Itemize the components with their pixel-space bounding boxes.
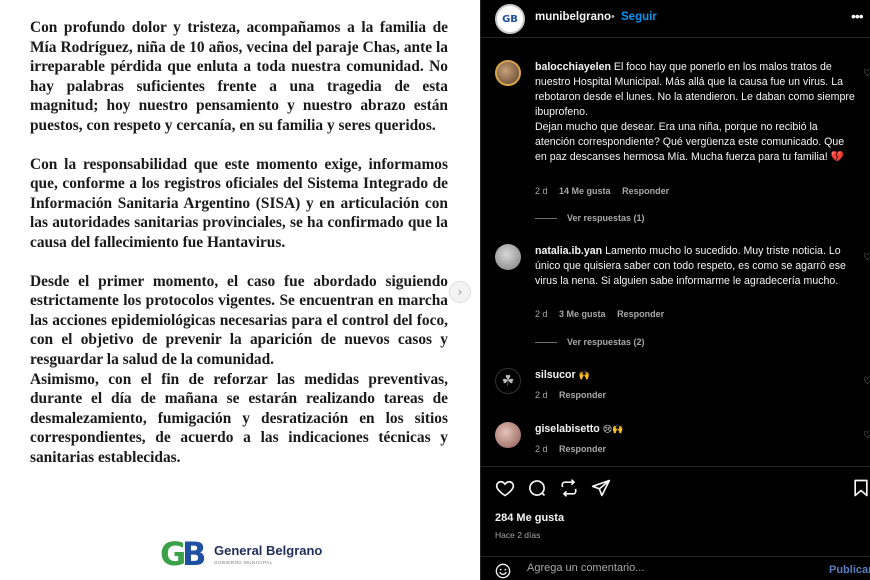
comment-bar: Publicar (481, 556, 870, 580)
municipal-logo: G B General Belgrano GOBIERNO MUNICIPAL (160, 536, 322, 572)
avatar[interactable] (495, 60, 521, 86)
reply-button[interactable]: Responder (559, 390, 606, 400)
comment-username[interactable]: natalia.ib.yan (535, 245, 602, 257)
like-comment-heart-icon[interactable]: ♡ (863, 68, 870, 79)
comment-item: natalia.ib.yan Lamento mucho lo sucedido… (495, 244, 870, 354)
comment-username[interactable]: silsucor (535, 369, 576, 381)
follow-button[interactable]: Seguir (621, 11, 657, 23)
view-replies-button[interactable]: Ver respuestas (1) (535, 213, 645, 223)
avatar[interactable]: ☘ (495, 368, 521, 394)
paragraph-protocol: Desde el primer momento, el caso fue abo… (30, 272, 448, 368)
reply-button[interactable]: Responder (617, 309, 664, 319)
logo-mark: G B (160, 535, 207, 573)
post-header: GB munibelgrano • Seguir ••• (481, 0, 870, 38)
comment-input[interactable] (527, 562, 817, 574)
logo-subtitle: GOBIERNO MUNICIPAL (214, 560, 273, 565)
logo-title: General Belgrano (214, 543, 323, 558)
view-replies-button[interactable]: Ver respuestas (2) (535, 337, 645, 347)
emoji-picker-icon[interactable] (495, 563, 511, 579)
comment-age: 2 d (535, 309, 548, 319)
comment-age: 2 d (535, 390, 548, 400)
comment-meta: 2 d 3 Me gusta Responder (535, 309, 673, 319)
comment-likes[interactable]: 14 Me gusta (559, 186, 611, 196)
avatar[interactable] (495, 244, 521, 270)
comment-meta: 2 d Responder (535, 444, 615, 454)
comments-panel: GB munibelgrano • Seguir ••• balocchiaye… (480, 0, 870, 580)
comment-meta: 2 d Responder (535, 390, 615, 400)
comment-text: 🙌 (578, 371, 590, 381)
repost-icon[interactable] (559, 478, 579, 498)
post-username[interactable]: munibelgrano (535, 11, 611, 23)
send-icon[interactable] (591, 478, 611, 498)
likes-count[interactable]: 284 Me gusta (495, 512, 564, 524)
comment-item: ☘ silsucor 🙌 2 d Responder ♡ (495, 368, 870, 408)
divider (481, 466, 870, 467)
comment-item: giselabisetto 😢🙌 2 d Responder ♡ (495, 422, 870, 462)
avatar[interactable] (495, 422, 521, 448)
comment-meta: 2 d 14 Me gusta Responder (535, 186, 678, 196)
reply-button[interactable]: Responder (559, 444, 606, 454)
comment-text: 😢🙌 (602, 425, 624, 435)
comment-username[interactable]: giselabisetto (535, 423, 600, 435)
post-time: Hace 2 días (495, 530, 541, 540)
announcement-text: Con profundo dolor y tristeza, acompañam… (30, 18, 448, 486)
comment-age: 2 d (535, 444, 548, 454)
avatar[interactable]: GB (495, 4, 525, 34)
like-comment-heart-icon[interactable]: ♡ (863, 376, 870, 387)
comment-icon[interactable] (527, 478, 547, 498)
next-image-button[interactable]: › (449, 281, 471, 303)
reply-button[interactable]: Responder (622, 186, 669, 196)
paragraph-prevention: Asimismo, con el fin de reforzar las med… (30, 370, 448, 466)
comment-username[interactable]: balocchiayelen (535, 61, 611, 73)
comment-likes[interactable]: 3 Me gusta (559, 309, 606, 319)
comment-item: balocchiayelen El foco hay que ponerlo e… (495, 60, 870, 230)
like-comment-heart-icon[interactable]: ♡ (863, 430, 870, 441)
publish-button[interactable]: Publicar (829, 564, 870, 576)
more-options-icon[interactable]: ••• (851, 8, 864, 24)
paragraph-condolences: Con profundo dolor y tristeza, acompañam… (30, 19, 448, 134)
comment-age: 2 d (535, 186, 548, 196)
separator: • (611, 11, 615, 23)
like-comment-heart-icon[interactable]: ♡ (863, 252, 870, 263)
heart-icon[interactable] (495, 478, 515, 498)
comment-text: El foco hay que ponerlo en los malos tra… (535, 61, 855, 163)
post-image: Con profundo dolor y tristeza, acompañam… (0, 0, 480, 580)
bookmark-icon[interactable] (851, 478, 870, 498)
paragraph-cause: Con la responsabilidad que este momento … (30, 155, 448, 251)
